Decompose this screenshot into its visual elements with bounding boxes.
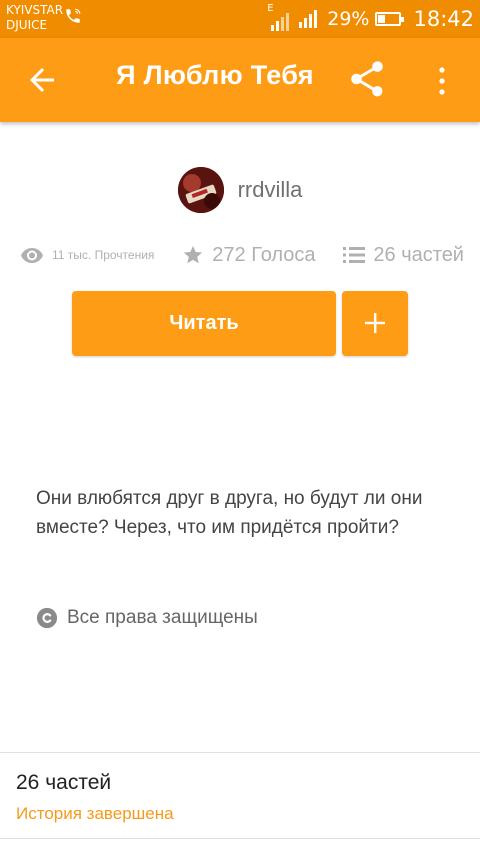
more-vertical-icon[interactable] (436, 66, 448, 96)
carrier-line-2: DJUICE (6, 18, 48, 32)
votes-count: 272 Голоса (212, 243, 316, 266)
parts-stat: 26 частей (343, 244, 464, 267)
copyright-row: Все права защищены (36, 607, 258, 629)
toolbar: Я Люблю Тебя (0, 38, 480, 122)
divider (0, 752, 480, 753)
carrier-line-1: KYIVSTAR (6, 3, 64, 17)
add-to-library-button[interactable]: + (342, 291, 408, 356)
arrow-left-icon[interactable] (24, 62, 60, 98)
reads-count: 11 тыс. Прочтения (52, 248, 155, 262)
story-status: История завершена (16, 804, 174, 823)
parts-section-title[interactable]: 26 частей (16, 771, 111, 795)
parts-count: 26 частей (373, 243, 464, 266)
plus-icon (365, 313, 385, 333)
story-stats: 11 тыс. Прочтения 272 Голоса 26 частей (20, 240, 464, 270)
list-icon (343, 247, 366, 263)
clock: 18:42 (413, 7, 474, 31)
story-title: Я Люблю Тебя (116, 60, 314, 90)
avatar[interactable] (177, 167, 224, 213)
battery-percent: 29% (327, 8, 370, 30)
mobile-signal-icon: E (267, 3, 291, 31)
status-bar: KYIVSTAR DJUICE E 29% 18:42 (0, 0, 480, 38)
copyright-icon (36, 607, 58, 629)
votes-stat: 272 Голоса (182, 243, 316, 267)
reads-stat: 11 тыс. Прочтения (20, 247, 154, 263)
story-description: Они влюбятся друг в друга, но будут ли о… (36, 488, 423, 538)
share-icon[interactable] (346, 58, 388, 100)
star-icon (184, 245, 203, 264)
author-row[interactable]: rrdvilla (0, 167, 480, 213)
carrier-name: KYIVSTAR DJUICE (6, 3, 63, 33)
copyright-text: Все права защищены (67, 607, 258, 628)
author-name[interactable]: rrdvilla (238, 177, 303, 203)
battery-icon (375, 12, 405, 26)
eye-icon (21, 248, 43, 263)
divider (0, 838, 480, 839)
signal-icon (299, 10, 318, 28)
call-wifi-icon (66, 8, 81, 23)
read-button[interactable]: Читать (72, 291, 336, 356)
